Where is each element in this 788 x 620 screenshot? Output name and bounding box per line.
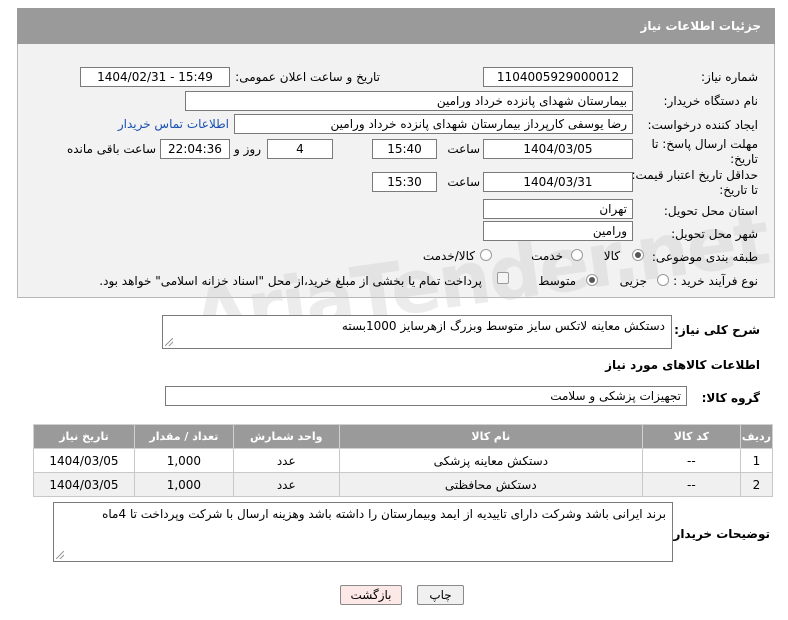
buyer-org-label: نام دستگاه خریدار:	[663, 94, 759, 108]
validity-label-line1: حداقل تاریخ اعتبار قیمت:	[631, 168, 758, 182]
validity-time-field: 15:30	[372, 172, 437, 192]
treasury-payment-note: پرداخت تمام یا بخشی از مبلغ خرید،از محل …	[99, 274, 482, 288]
col-goods-name: نام کالا	[338, 424, 643, 449]
description-text: دستکش معاینه لاتکس سایز متوسط وبزرگ ازهر…	[341, 319, 665, 333]
print-button[interactable]: چاپ	[417, 585, 464, 605]
deadline-label-line1: مهلت ارسال پاسخ: تا	[651, 137, 758, 151]
cell-goods-name: دستکش محافظتی	[338, 472, 643, 497]
category-goods-radio[interactable]	[632, 249, 644, 261]
cell-unit: عدد	[232, 448, 340, 473]
validity-time-label: ساعت	[447, 175, 480, 189]
process-medium-label: متوسط	[538, 274, 576, 288]
cell-quantity: 1,000	[133, 472, 234, 497]
buyer-notes-textarea: برند ایرانی باشد وشرکت دارای تاییدیه از …	[53, 502, 673, 562]
process-partial-radio[interactable]	[657, 274, 669, 286]
resize-handle-icon[interactable]	[56, 551, 64, 559]
deadline-time-label: ساعت	[447, 142, 480, 156]
cell-need-date: 1404/03/05	[33, 448, 135, 473]
buyer-contact-link[interactable]: اطلاعات تماس خریدار	[118, 117, 229, 131]
need-number-label: شماره نیاز:	[701, 70, 758, 84]
validity-label-line2: تا تاریخ:	[719, 183, 758, 197]
cell-need-date: 1404/03/05	[33, 472, 135, 497]
requester-field: رضا یوسفی کارپرداز بیمارستان شهدای پانزد…	[234, 114, 633, 134]
cell-goods-name: دستکش معاینه پزشکی	[338, 448, 643, 473]
category-label: طبقه بندی موضوعی:	[651, 250, 758, 264]
table-row: 2 -- دستکش محافظتی عدد 1,000 1404/03/05	[33, 472, 774, 497]
category-both-radio[interactable]	[480, 249, 492, 261]
page-title: جزئیات اطلاعات نیاز	[17, 8, 775, 44]
table-header-row: ردیف کد کالا نام کالا واحد شمارش تعداد /…	[33, 424, 774, 449]
remaining-days-field: 4	[267, 139, 333, 159]
need-number-field: 1104005929000012	[483, 67, 633, 87]
category-goods-label: کالا	[603, 249, 620, 263]
goods-group-label: گروه کالا:	[701, 391, 760, 405]
goods-group-field: تجهیزات پزشکی و سلامت	[165, 386, 687, 406]
cell-goods-code: --	[641, 472, 741, 497]
resize-handle-icon[interactable]	[165, 338, 173, 346]
col-need-date: تاریخ نیاز	[33, 424, 135, 449]
validity-date-field: 1404/03/31	[483, 172, 633, 192]
process-partial-label: جزیی	[619, 274, 647, 288]
requester-label: ایجاد کننده درخواست:	[647, 118, 758, 132]
process-type-label: نوع فرآیند خرید :	[673, 274, 758, 288]
category-both-label: کالا/خدمت	[422, 249, 475, 263]
goods-table: ردیف کد کالا نام کالا واحد شمارش تعداد /…	[33, 424, 774, 497]
cell-row-number: 2	[739, 472, 774, 497]
buyer-notes-text: برند ایرانی باشد وشرکت دارای تاییدیه از …	[102, 507, 666, 521]
remaining-time-field: 22:04:36	[160, 139, 230, 159]
province-label: استان محل تحویل:	[663, 204, 758, 218]
treasury-payment-checkbox[interactable]	[497, 272, 509, 284]
category-service-radio[interactable]	[571, 249, 583, 261]
back-button[interactable]: بازگشت	[340, 585, 402, 605]
buyer-notes-label: توضیحات خریدار:	[668, 527, 770, 541]
col-unit: واحد شمارش	[232, 424, 340, 449]
cell-quantity: 1,000	[133, 448, 234, 473]
goods-info-title: اطلاعات کالاهای مورد نیاز	[605, 358, 760, 372]
deadline-date-field: 1404/03/05	[483, 139, 633, 159]
category-service-label: خدمت	[531, 249, 563, 263]
days-label: روز و	[234, 142, 261, 156]
buyer-org-field: بیمارستان شهدای پانزده خرداد ورامین	[185, 91, 633, 111]
city-label: شهر محل تحویل:	[671, 227, 758, 241]
process-medium-radio[interactable]	[586, 274, 598, 286]
cell-row-number: 1	[739, 448, 774, 473]
deadline-label-line2: تاریخ:	[730, 152, 758, 166]
city-field: ورامین	[483, 221, 633, 241]
col-row-number: ردیف	[739, 424, 774, 449]
remaining-time-label: ساعت باقی مانده	[66, 142, 156, 156]
province-field: تهران	[483, 199, 633, 219]
description-label: شرح کلی نیاز:	[674, 323, 760, 337]
announce-date-label: تاریخ و ساعت اعلان عمومی:	[235, 70, 380, 84]
col-quantity: تعداد / مقدار	[133, 424, 234, 449]
deadline-time-field: 15:40	[372, 139, 437, 159]
description-textarea: دستکش معاینه لاتکس سایز متوسط وبزرگ ازهر…	[162, 315, 672, 349]
table-row: 1 -- دستکش معاینه پزشکی عدد 1,000 1404/0…	[33, 448, 774, 473]
cell-goods-code: --	[641, 448, 741, 473]
announce-date-field: 1404/02/31 - 15:49	[80, 67, 230, 87]
cell-unit: عدد	[232, 472, 340, 497]
col-goods-code: کد کالا	[641, 424, 741, 449]
